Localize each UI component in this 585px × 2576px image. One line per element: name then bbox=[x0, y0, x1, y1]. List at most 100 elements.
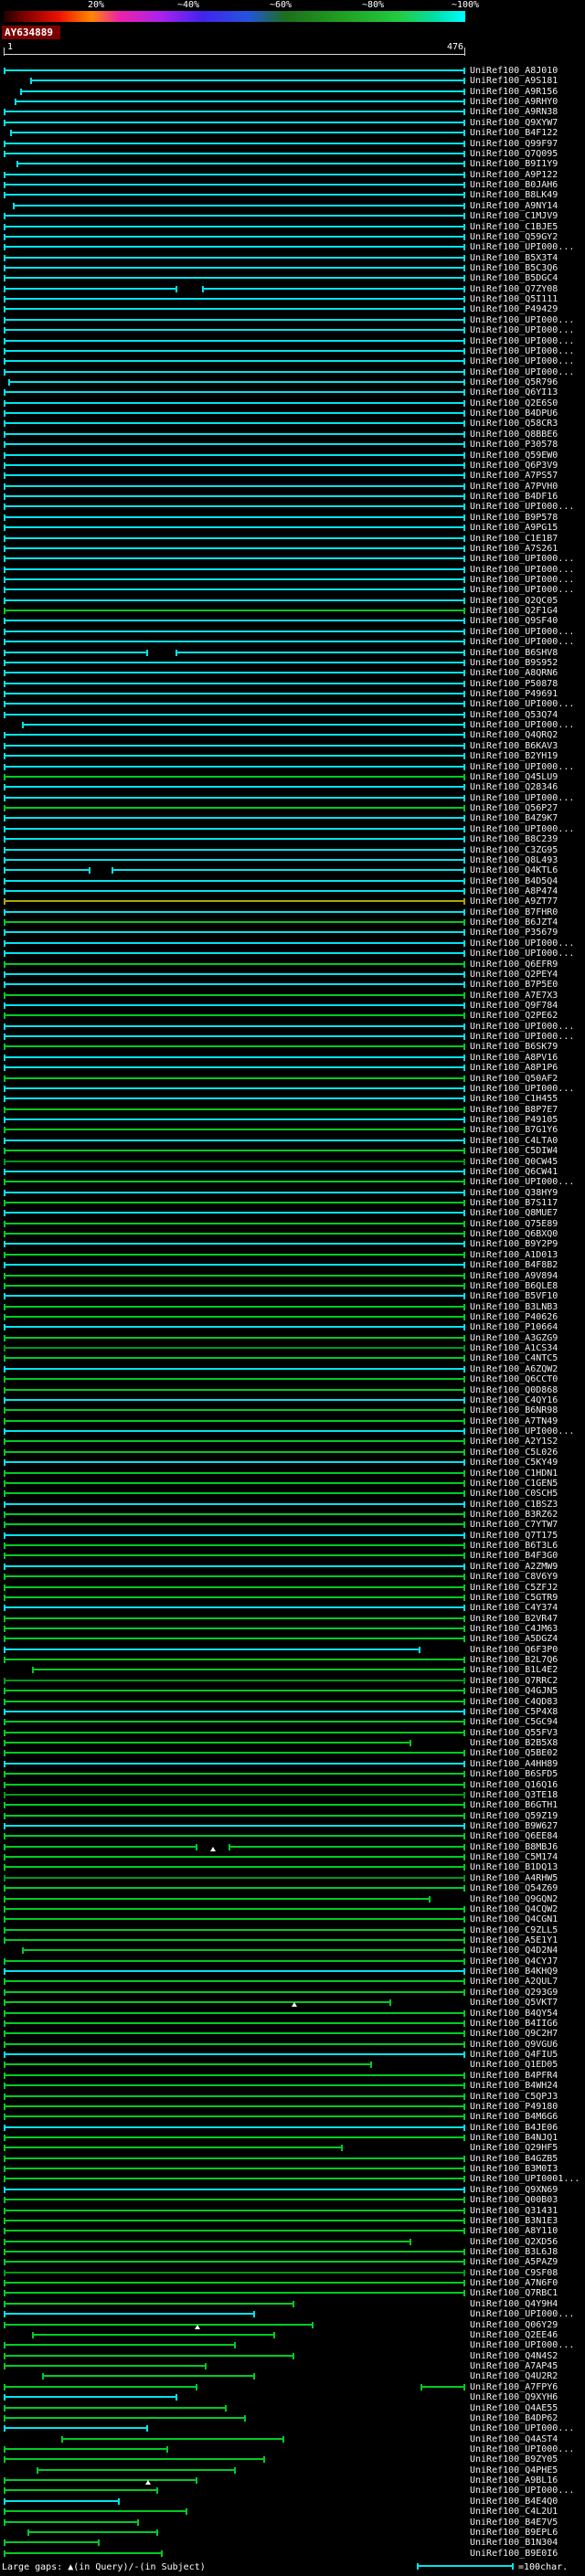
hit-bar-segment[interactable] bbox=[4, 286, 177, 292]
hit-bar-segment[interactable] bbox=[4, 660, 465, 666]
hit-label[interactable]: UniRef100_B2VR47 bbox=[470, 1614, 585, 1624]
hit-label[interactable]: UniRef100_P50878 bbox=[470, 679, 585, 689]
hit-label[interactable]: UniRef100_Q4D2N4 bbox=[470, 1945, 585, 1956]
hit-label[interactable]: UniRef100_Q8BBE6 bbox=[470, 429, 585, 440]
hit-label[interactable]: UniRef100_A8J010 bbox=[470, 66, 585, 76]
hit-label[interactable]: UniRef100_B9EPL6 bbox=[470, 2528, 585, 2538]
hit-label[interactable]: UniRef100_Q75E89 bbox=[470, 1219, 585, 1229]
hit-bar-segment[interactable] bbox=[4, 732, 465, 738]
hit-bar-segment[interactable] bbox=[4, 369, 465, 376]
hit-bar-segment[interactable] bbox=[4, 981, 465, 988]
hit-label[interactable]: UniRef100_B4GZB5 bbox=[470, 2154, 585, 2164]
hit-bar-segment[interactable] bbox=[4, 1459, 465, 1466]
hit-bar-segment[interactable] bbox=[4, 1428, 465, 1435]
hit-bar-segment[interactable] bbox=[4, 296, 465, 302]
hit-label[interactable]: UniRef100_B4E7V5 bbox=[470, 2518, 585, 2528]
hit-bar-segment[interactable] bbox=[4, 1657, 465, 1663]
hit-bar-segment[interactable] bbox=[4, 2539, 100, 2546]
hit-label[interactable]: UniRef100_A4RHW5 bbox=[470, 1873, 585, 1883]
hit-label[interactable]: UniRef100_A9P122 bbox=[470, 170, 585, 180]
hit-label[interactable]: UniRef100_B4E4Q0 bbox=[470, 2496, 585, 2507]
hit-label[interactable]: UniRef100_A3GZG9 bbox=[470, 1333, 585, 1343]
hit-label[interactable]: UniRef100_B4DPU6 bbox=[470, 408, 585, 419]
hit-label[interactable]: UniRef100_C4L2U1 bbox=[470, 2507, 585, 2517]
hit-label[interactable]: UniRef100_Q4GJN5 bbox=[470, 1686, 585, 1696]
hit-bar-segment[interactable] bbox=[4, 1065, 465, 1071]
hit-label[interactable]: UniRef100_Q2PEY4 bbox=[470, 970, 585, 980]
hit-bar-segment[interactable] bbox=[4, 2446, 168, 2453]
hit-label[interactable]: UniRef100_Q6CW41 bbox=[470, 1167, 585, 1177]
hit-label[interactable]: UniRef100_A8QRN6 bbox=[470, 668, 585, 678]
hit-label[interactable]: UniRef100_A1D013 bbox=[470, 1250, 585, 1260]
hit-bar-segment[interactable] bbox=[4, 2405, 227, 2412]
hit-bar-segment[interactable] bbox=[4, 2104, 465, 2110]
hit-label[interactable]: UniRef100_Q4N4S2 bbox=[470, 2351, 585, 2361]
hit-label[interactable]: UniRef100_A2Y1S2 bbox=[470, 1436, 585, 1447]
hit-label[interactable]: UniRef100_Q53Q74 bbox=[470, 710, 585, 720]
hit-label[interactable]: UniRef100_Q1ED05 bbox=[470, 2060, 585, 2070]
hit-label[interactable]: UniRef100_UPI000... bbox=[470, 242, 585, 252]
hit-bar-segment[interactable] bbox=[4, 1273, 465, 1279]
hit-label[interactable]: UniRef100_Q4CQW2 bbox=[470, 1904, 585, 1914]
hit-bar-segment[interactable] bbox=[4, 1542, 465, 1549]
hit-bar-segment[interactable] bbox=[4, 431, 465, 438]
hit-bar-segment[interactable] bbox=[4, 2363, 207, 2369]
hit-bar-segment[interactable] bbox=[4, 629, 465, 635]
hit-label[interactable]: UniRef100_P49691 bbox=[470, 689, 585, 699]
hit-label[interactable]: UniRef100_Q5VKT7 bbox=[470, 1998, 585, 2008]
hit-bar-segment[interactable] bbox=[4, 1366, 465, 1373]
hit-bar-segment[interactable] bbox=[4, 1937, 465, 1944]
hit-label[interactable]: UniRef100_Q4CYJ7 bbox=[470, 1956, 585, 1966]
hit-bar-segment[interactable] bbox=[4, 234, 465, 240]
hit-bar-segment[interactable] bbox=[4, 1532, 465, 1539]
hit-label[interactable]: UniRef100_A9BL16 bbox=[470, 2475, 585, 2486]
hit-bar-segment[interactable] bbox=[4, 1782, 465, 1788]
hit-label[interactable]: UniRef100_B5VF10 bbox=[470, 1291, 585, 1301]
hit-label[interactable]: UniRef100_Q9XN69 bbox=[470, 2185, 585, 2195]
hit-bar-segment[interactable] bbox=[4, 2020, 465, 2027]
hit-bar-segment[interactable] bbox=[4, 919, 465, 926]
hit-bar-segment[interactable] bbox=[4, 1761, 465, 1767]
hit-label[interactable]: UniRef100_B3M0I3 bbox=[470, 2164, 585, 2174]
hit-label[interactable]: UniRef100_B4JE06 bbox=[470, 2123, 585, 2133]
hit-bar-segment[interactable] bbox=[4, 2259, 465, 2265]
hit-bar-segment[interactable] bbox=[4, 1138, 465, 1144]
hit-label[interactable]: UniRef100_Q9F784 bbox=[470, 1001, 585, 1011]
hit-label[interactable]: UniRef100_Q2PE62 bbox=[470, 1011, 585, 1021]
hit-bar-segment[interactable] bbox=[4, 1438, 465, 1445]
hit-label[interactable]: UniRef100_UPI000... bbox=[470, 699, 585, 709]
hit-bar-segment[interactable] bbox=[4, 670, 465, 676]
hit-bar-segment[interactable] bbox=[4, 1055, 465, 1061]
hit-bar-segment[interactable] bbox=[4, 1397, 465, 1404]
hit-bar-segment[interactable] bbox=[4, 2041, 465, 2048]
hit-label[interactable]: UniRef100_B6KAV3 bbox=[470, 741, 585, 751]
hit-label[interactable]: UniRef100_B3LNB3 bbox=[470, 1302, 585, 1312]
hit-bar-segment[interactable] bbox=[4, 1044, 465, 1050]
hit-label[interactable]: UniRef100_A7PS57 bbox=[470, 471, 585, 481]
hit-bar-segment[interactable] bbox=[4, 857, 465, 864]
hit-label[interactable]: UniRef100_A9RHY0 bbox=[470, 97, 585, 107]
hit-label[interactable]: UniRef100_B4KHQ9 bbox=[470, 1966, 585, 1977]
hit-label[interactable]: UniRef100_C5GTR9 bbox=[470, 1593, 585, 1603]
hit-bar-segment[interactable] bbox=[4, 1802, 465, 1808]
hit-label[interactable]: UniRef100_Q58CR3 bbox=[470, 419, 585, 429]
hit-bar-segment[interactable] bbox=[4, 1553, 465, 1559]
hit-bar-segment[interactable] bbox=[4, 1470, 465, 1477]
hit-bar-segment[interactable] bbox=[4, 525, 465, 531]
hit-label[interactable]: UniRef100_Q5BE02 bbox=[470, 1748, 585, 1758]
hit-label[interactable]: UniRef100_A1CS34 bbox=[470, 1343, 585, 1353]
hit-label[interactable]: UniRef100_UPI000... bbox=[470, 2340, 585, 2350]
hit-label[interactable]: UniRef100_P49180 bbox=[470, 2102, 585, 2112]
hit-bar-segment[interactable] bbox=[4, 691, 465, 697]
hit-label[interactable]: UniRef100_B5DGC4 bbox=[470, 273, 585, 283]
hit-label[interactable]: UniRef100_A7PVH0 bbox=[470, 482, 585, 492]
hit-label[interactable]: UniRef100_UPI000... bbox=[470, 2423, 585, 2433]
hit-bar-segment[interactable] bbox=[4, 867, 90, 874]
hit-label[interactable]: UniRef100_UPI000... bbox=[470, 793, 585, 803]
hit-bar-segment[interactable] bbox=[4, 1086, 465, 1092]
hit-bar-segment[interactable] bbox=[4, 1283, 465, 1289]
hit-label[interactable]: UniRef100_B7G1Y6 bbox=[470, 1125, 585, 1135]
hit-bar-segment[interactable] bbox=[4, 1096, 465, 1102]
hit-bar-segment[interactable] bbox=[4, 2114, 465, 2120]
hit-label[interactable]: UniRef100_C5L026 bbox=[470, 1447, 585, 1458]
